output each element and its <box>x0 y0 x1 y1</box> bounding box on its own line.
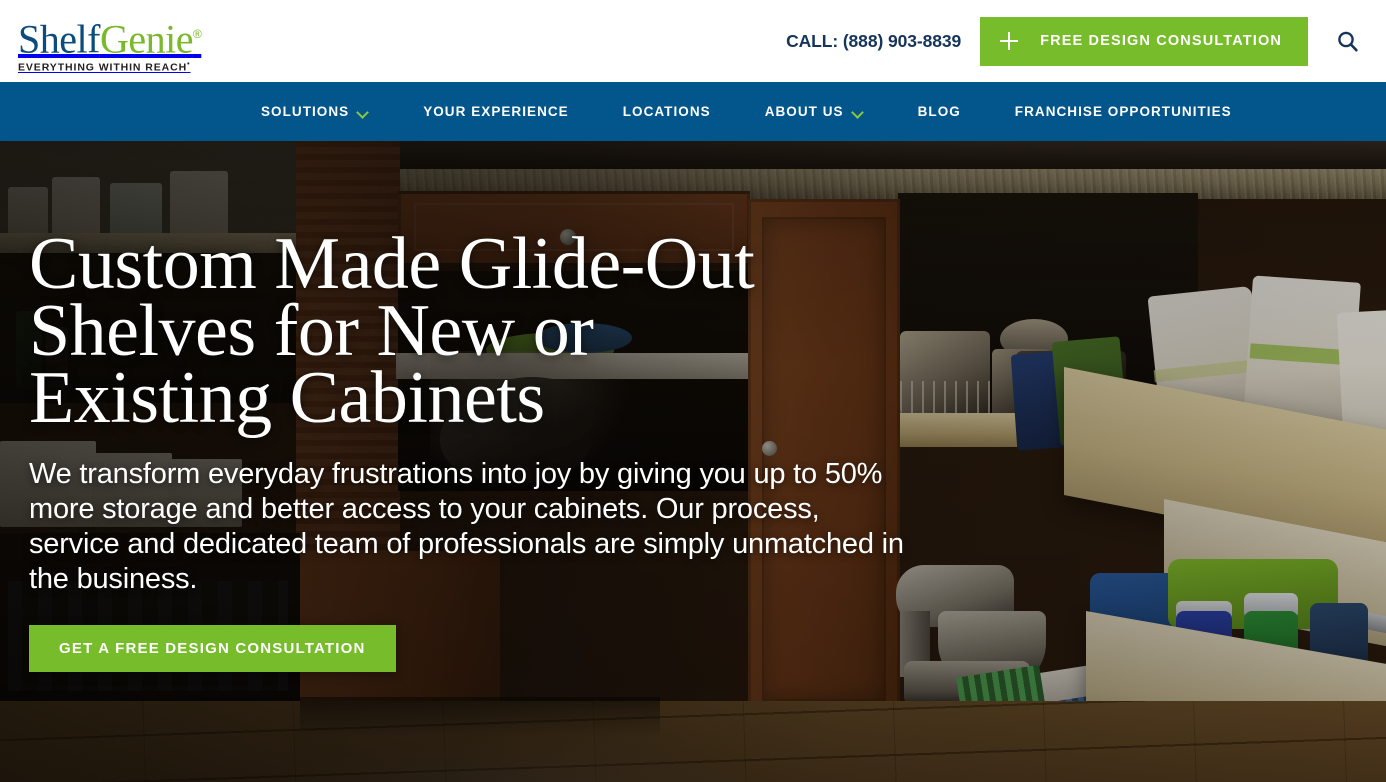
nav-label-your-experience: YOUR EXPERIENCE <box>423 104 569 119</box>
logo-tagline-text: EVERYTHING WITHIN REACH <box>18 61 188 74</box>
plus-icon <box>1000 32 1019 50</box>
nav-label-blog: BLOG <box>917 104 961 119</box>
logo-wordmark: ShelfGenie® <box>18 14 208 59</box>
hero-headline: Custom Made Glide-Out Shelves for New or… <box>29 223 755 439</box>
nav-item-locations[interactable]: LOCATIONS <box>623 104 711 119</box>
nav-label-about-us: ABOUT US <box>764 104 844 119</box>
hero-subheadline: We transform everyday frustrations into … <box>29 458 904 595</box>
main-navigation: SOLUTIONS YOUR EXPERIENCE LOCATIONS ABOU… <box>0 82 1386 141</box>
nav-item-about-us[interactable]: ABOUT US <box>765 104 864 119</box>
page-root: ShelfGenie® EVERYTHING WITHIN REACH• CAL… <box>0 0 1386 782</box>
chevron-down-icon <box>853 108 864 115</box>
nav-label-locations: LOCATIONS <box>622 104 711 119</box>
nav-label-franchise-opportunities: FRANCHISE OPPORTUNITIES <box>1014 104 1232 119</box>
logo-tagline: EVERYTHING WITHIN REACH• <box>18 61 208 74</box>
nav-item-your-experience[interactable]: YOUR EXPERIENCE <box>423 104 569 119</box>
free-design-consultation-label: FREE DESIGN CONSULTATION <box>1040 33 1282 49</box>
tagline-mark: • <box>187 61 191 69</box>
call-phone-link[interactable]: CALL: (888) 903-8839 <box>786 31 961 52</box>
header-actions: CALL: (888) 903-8839 FREE DESIGN CONSULT… <box>786 0 1386 82</box>
nav-items-container: SOLUTIONS YOUR EXPERIENCE LOCATIONS ABOU… <box>0 104 1232 119</box>
logo-word-genie: Genie <box>99 16 194 62</box>
hero-cta-button[interactable]: GET A FREE DESIGN CONSULTATION <box>29 625 396 672</box>
logo-word-shelf: Shelf <box>18 16 100 62</box>
site-logo[interactable]: ShelfGenie® EVERYTHING WITHIN REACH• <box>18 14 208 74</box>
search-button[interactable] <box>1308 0 1386 82</box>
nav-item-franchise-opportunities[interactable]: FRANCHISE OPPORTUNITIES <box>1015 104 1232 119</box>
nav-label-solutions: SOLUTIONS <box>261 104 350 119</box>
search-icon <box>1337 31 1358 52</box>
nav-item-solutions[interactable]: SOLUTIONS <box>261 104 369 119</box>
hero-banner: Custom Made Glide-Out Shelves for New or… <box>0 141 1386 782</box>
nav-item-blog[interactable]: BLOG <box>918 104 961 119</box>
registered-mark-icon: ® <box>192 27 202 41</box>
hero-content: Custom Made Glide-Out Shelves for New or… <box>29 223 929 672</box>
site-header: ShelfGenie® EVERYTHING WITHIN REACH• CAL… <box>0 0 1386 82</box>
chevron-down-icon <box>358 108 369 115</box>
free-design-consultation-button[interactable]: FREE DESIGN CONSULTATION <box>980 16 1308 66</box>
